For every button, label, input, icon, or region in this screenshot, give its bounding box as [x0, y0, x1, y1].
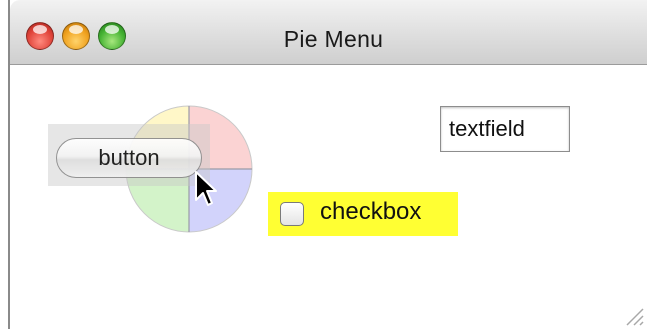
mouse-pointer-icon: [195, 171, 217, 206]
resize-grip-icon[interactable]: [623, 305, 645, 327]
text-field[interactable]: textfield: [440, 106, 570, 152]
checkbox-label: checkbox: [320, 198, 422, 225]
checkbox-control[interactable]: checkbox: [268, 192, 458, 236]
window-title: Pie Menu: [283, 26, 384, 52]
checkbox-box[interactable]: [280, 202, 304, 226]
title-bar[interactable]: Pie Menu: [10, 0, 647, 65]
push-button[interactable]: button: [56, 138, 202, 178]
